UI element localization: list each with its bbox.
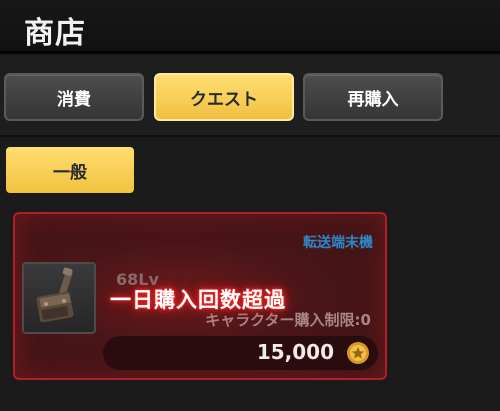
header-bar: 商店 (0, 0, 500, 54)
shop-item-card[interactable]: 転送端末機 68Lv キャラクター購入制限:0 15,000 一日購入回数超過 (13, 212, 387, 380)
category-general-button[interactable]: 一般 (6, 147, 134, 193)
tab-quest[interactable]: クエスト (154, 73, 294, 121)
daily-limit-exceeded-overlay: 一日購入回数超過 (110, 288, 286, 312)
item-category-label: 転送端末機 (303, 235, 373, 251)
tab-bar: 消費 クエスト 再購入 (0, 57, 500, 137)
price-value: 15,000 (256, 340, 334, 364)
item-icon-frame (22, 262, 96, 334)
page-title: 商店 (24, 16, 86, 51)
tab-consumables[interactable]: 消費 (4, 73, 144, 121)
price-bar: 15,000 (103, 336, 378, 370)
hammer-icon (36, 267, 74, 323)
gold-coin-icon (347, 342, 369, 364)
tab-repurchase[interactable]: 再購入 (303, 73, 443, 121)
